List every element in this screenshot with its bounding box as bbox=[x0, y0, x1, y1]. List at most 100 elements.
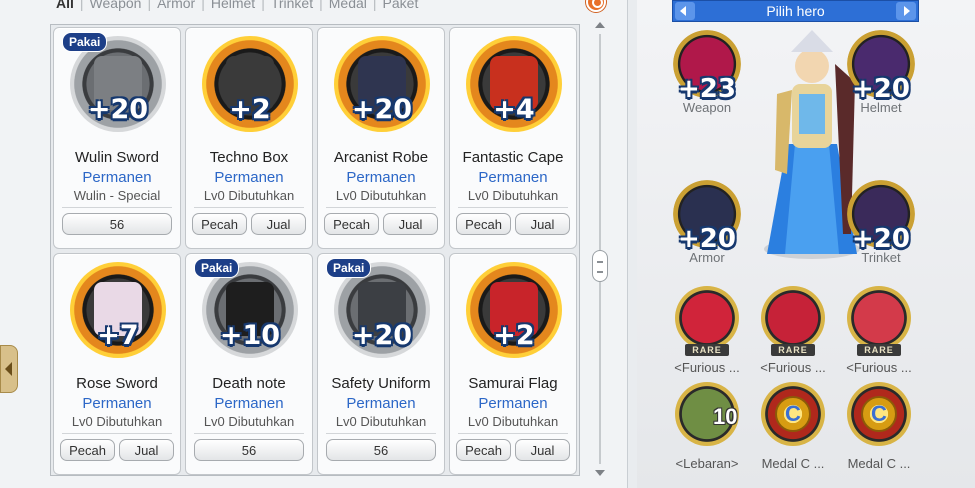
card-divider bbox=[326, 433, 436, 434]
item-duration: Permanen bbox=[346, 169, 416, 186]
upgrade-level: +7 bbox=[97, 320, 139, 351]
rare-badge: RARE bbox=[857, 344, 901, 356]
item-name: Fantastic Cape bbox=[462, 149, 564, 166]
item-requirement: Lv0 Dibutuhkan bbox=[467, 414, 559, 429]
upgrade-level: +20 bbox=[87, 94, 149, 125]
medal-label: <Furious ... bbox=[760, 360, 826, 375]
pecah-button[interactable]: Pecah bbox=[60, 439, 115, 461]
tab-all[interactable]: All bbox=[56, 0, 80, 11]
item-name: Safety Uniform bbox=[331, 375, 431, 392]
scrollbar[interactable] bbox=[592, 22, 608, 476]
medal-icon bbox=[847, 286, 911, 350]
card-actions: 56 bbox=[192, 439, 306, 461]
coin-icon: C bbox=[861, 396, 897, 432]
medal-icon bbox=[761, 286, 825, 350]
jual-button[interactable]: Jual bbox=[515, 213, 570, 235]
card-actions: Pecah Jual bbox=[60, 439, 174, 461]
item-duration: Permanen bbox=[82, 169, 152, 186]
tab-paket[interactable]: Paket bbox=[377, 0, 425, 11]
tab-medal[interactable]: Medal bbox=[323, 0, 373, 11]
card-divider bbox=[326, 207, 436, 208]
item-requirement: Lv0 Dibutuhkan bbox=[203, 414, 295, 429]
collapse-handle[interactable] bbox=[0, 345, 18, 393]
card-divider bbox=[458, 207, 568, 208]
item-card[interactable]: +2 Techno Box Permanen Lv0 Dibutuhkan Pe… bbox=[185, 27, 313, 249]
pecah-button[interactable]: Pecah bbox=[192, 213, 247, 235]
item-duration: Permanen bbox=[214, 395, 284, 412]
upgrade-level: +4 bbox=[493, 94, 535, 125]
category-tabs: All | Weapon | Armor | Helmet | Trinket | Medal | Pa… bbox=[56, 0, 424, 12]
item-icon-frame[interactable]: +4 bbox=[466, 36, 562, 132]
inventory-panel: All | Weapon | Armor | Helmet | Trinket | Medal | Pa… bbox=[0, 0, 628, 488]
item-requirement: Lv0 Dibutuhkan bbox=[467, 188, 559, 203]
pecah-button[interactable]: Pecah bbox=[324, 213, 379, 235]
medal-label: <Lebaran> bbox=[675, 456, 739, 471]
item-name: Techno Box bbox=[209, 149, 289, 166]
jual-button[interactable]: Jual bbox=[515, 439, 570, 461]
card-actions: Pecah Jual bbox=[456, 439, 570, 461]
slot-label: Trinket bbox=[861, 250, 901, 265]
item-count-button[interactable]: 56 bbox=[194, 439, 304, 461]
equipped-badge: Pakai bbox=[62, 32, 108, 52]
item-card[interactable]: +7 Rose Sword Permanen Lv0 Dibutuhkan Pe… bbox=[53, 253, 181, 475]
medal-label: <Furious ... bbox=[846, 360, 912, 375]
coin-icon: C bbox=[775, 396, 811, 432]
card-actions: Pecah Jual bbox=[324, 213, 438, 235]
item-requirement: Lv0 Dibutuhkan bbox=[203, 188, 295, 203]
slot-label: Helmet bbox=[860, 100, 902, 115]
medal-count: 10 bbox=[713, 404, 738, 429]
item-card[interactable]: Pakai +10 Death note Permanen Lv0 Dibutu… bbox=[185, 253, 313, 475]
upgrade-level: +20 bbox=[351, 94, 413, 125]
slot-label: Weapon bbox=[682, 100, 732, 115]
rare-badge: RARE bbox=[685, 344, 729, 356]
search-icon[interactable] bbox=[586, 0, 606, 12]
item-card[interactable]: Pakai +20 Wulin Sword Permanen Wulin - S… bbox=[53, 27, 181, 249]
item-duration: Permanen bbox=[214, 169, 284, 186]
card-actions: Pecah Jual bbox=[456, 213, 570, 235]
item-icon-frame[interactable]: +2 bbox=[466, 262, 562, 358]
card-actions: 56 bbox=[324, 439, 438, 461]
item-name: Wulin Sword bbox=[75, 149, 159, 166]
scroll-down-icon[interactable] bbox=[595, 470, 605, 476]
upgrade-level: +2 bbox=[493, 320, 535, 351]
equipped-badge: Pakai bbox=[194, 258, 240, 278]
card-actions: Pecah Jual bbox=[192, 213, 306, 235]
hero-selector: Pilih hero bbox=[672, 0, 919, 22]
card-actions: 56 bbox=[60, 213, 174, 235]
next-hero-icon[interactable] bbox=[896, 2, 916, 20]
item-card[interactable]: +2 Samurai Flag Permanen Lv0 Dibutuhkan … bbox=[449, 253, 577, 475]
upgrade-level: +10 bbox=[219, 320, 281, 351]
item-card[interactable]: +4 Fantastic Cape Permanen Lv0 Dibutuhka… bbox=[449, 27, 577, 249]
item-duration: Permanen bbox=[346, 395, 416, 412]
item-icon-frame[interactable]: +20 bbox=[334, 36, 430, 132]
tab-helmet[interactable]: Helmet bbox=[205, 0, 261, 11]
item-card[interactable]: +20 Arcanist Robe Permanen Lv0 Dibutuhka… bbox=[317, 27, 445, 249]
item-name: Samurai Flag bbox=[468, 375, 558, 392]
item-name: Death note bbox=[212, 375, 286, 392]
item-count-button[interactable]: 56 bbox=[326, 439, 436, 461]
upgrade-level: +2 bbox=[229, 94, 271, 125]
jual-button[interactable]: Jual bbox=[251, 213, 306, 235]
scroll-thumb[interactable] bbox=[592, 250, 608, 282]
item-icon-frame[interactable]: +7 bbox=[70, 262, 166, 358]
hero-selector-label: Pilih hero bbox=[766, 3, 825, 19]
item-icon-frame[interactable]: +2 bbox=[202, 36, 298, 132]
item-count-button[interactable]: 56 bbox=[62, 213, 172, 235]
item-card[interactable]: Pakai +20 Safety Uniform Permanen Lv0 Di… bbox=[317, 253, 445, 475]
pecah-button[interactable]: Pecah bbox=[456, 439, 511, 461]
scroll-track[interactable] bbox=[599, 34, 601, 464]
item-duration: Permanen bbox=[82, 395, 152, 412]
tab-trinket[interactable]: Trinket bbox=[265, 0, 319, 11]
card-divider bbox=[194, 433, 304, 434]
prev-hero-icon[interactable] bbox=[675, 2, 695, 20]
tab-armor[interactable]: Armor bbox=[151, 0, 201, 11]
jual-button[interactable]: Jual bbox=[383, 213, 438, 235]
hero-panel: Pilih hero +23 Weapon +20 Helmet +20 Arm… bbox=[637, 0, 975, 488]
pecah-button[interactable]: Pecah bbox=[456, 213, 511, 235]
item-requirement: Lv0 Dibutuhkan bbox=[71, 414, 163, 429]
item-name: Arcanist Robe bbox=[333, 149, 429, 166]
scroll-up-icon[interactable] bbox=[595, 22, 605, 28]
tab-weapon[interactable]: Weapon bbox=[84, 0, 148, 11]
jual-button[interactable]: Jual bbox=[119, 439, 174, 461]
item-requirement: Lv0 Dibutuhkan bbox=[335, 414, 427, 429]
